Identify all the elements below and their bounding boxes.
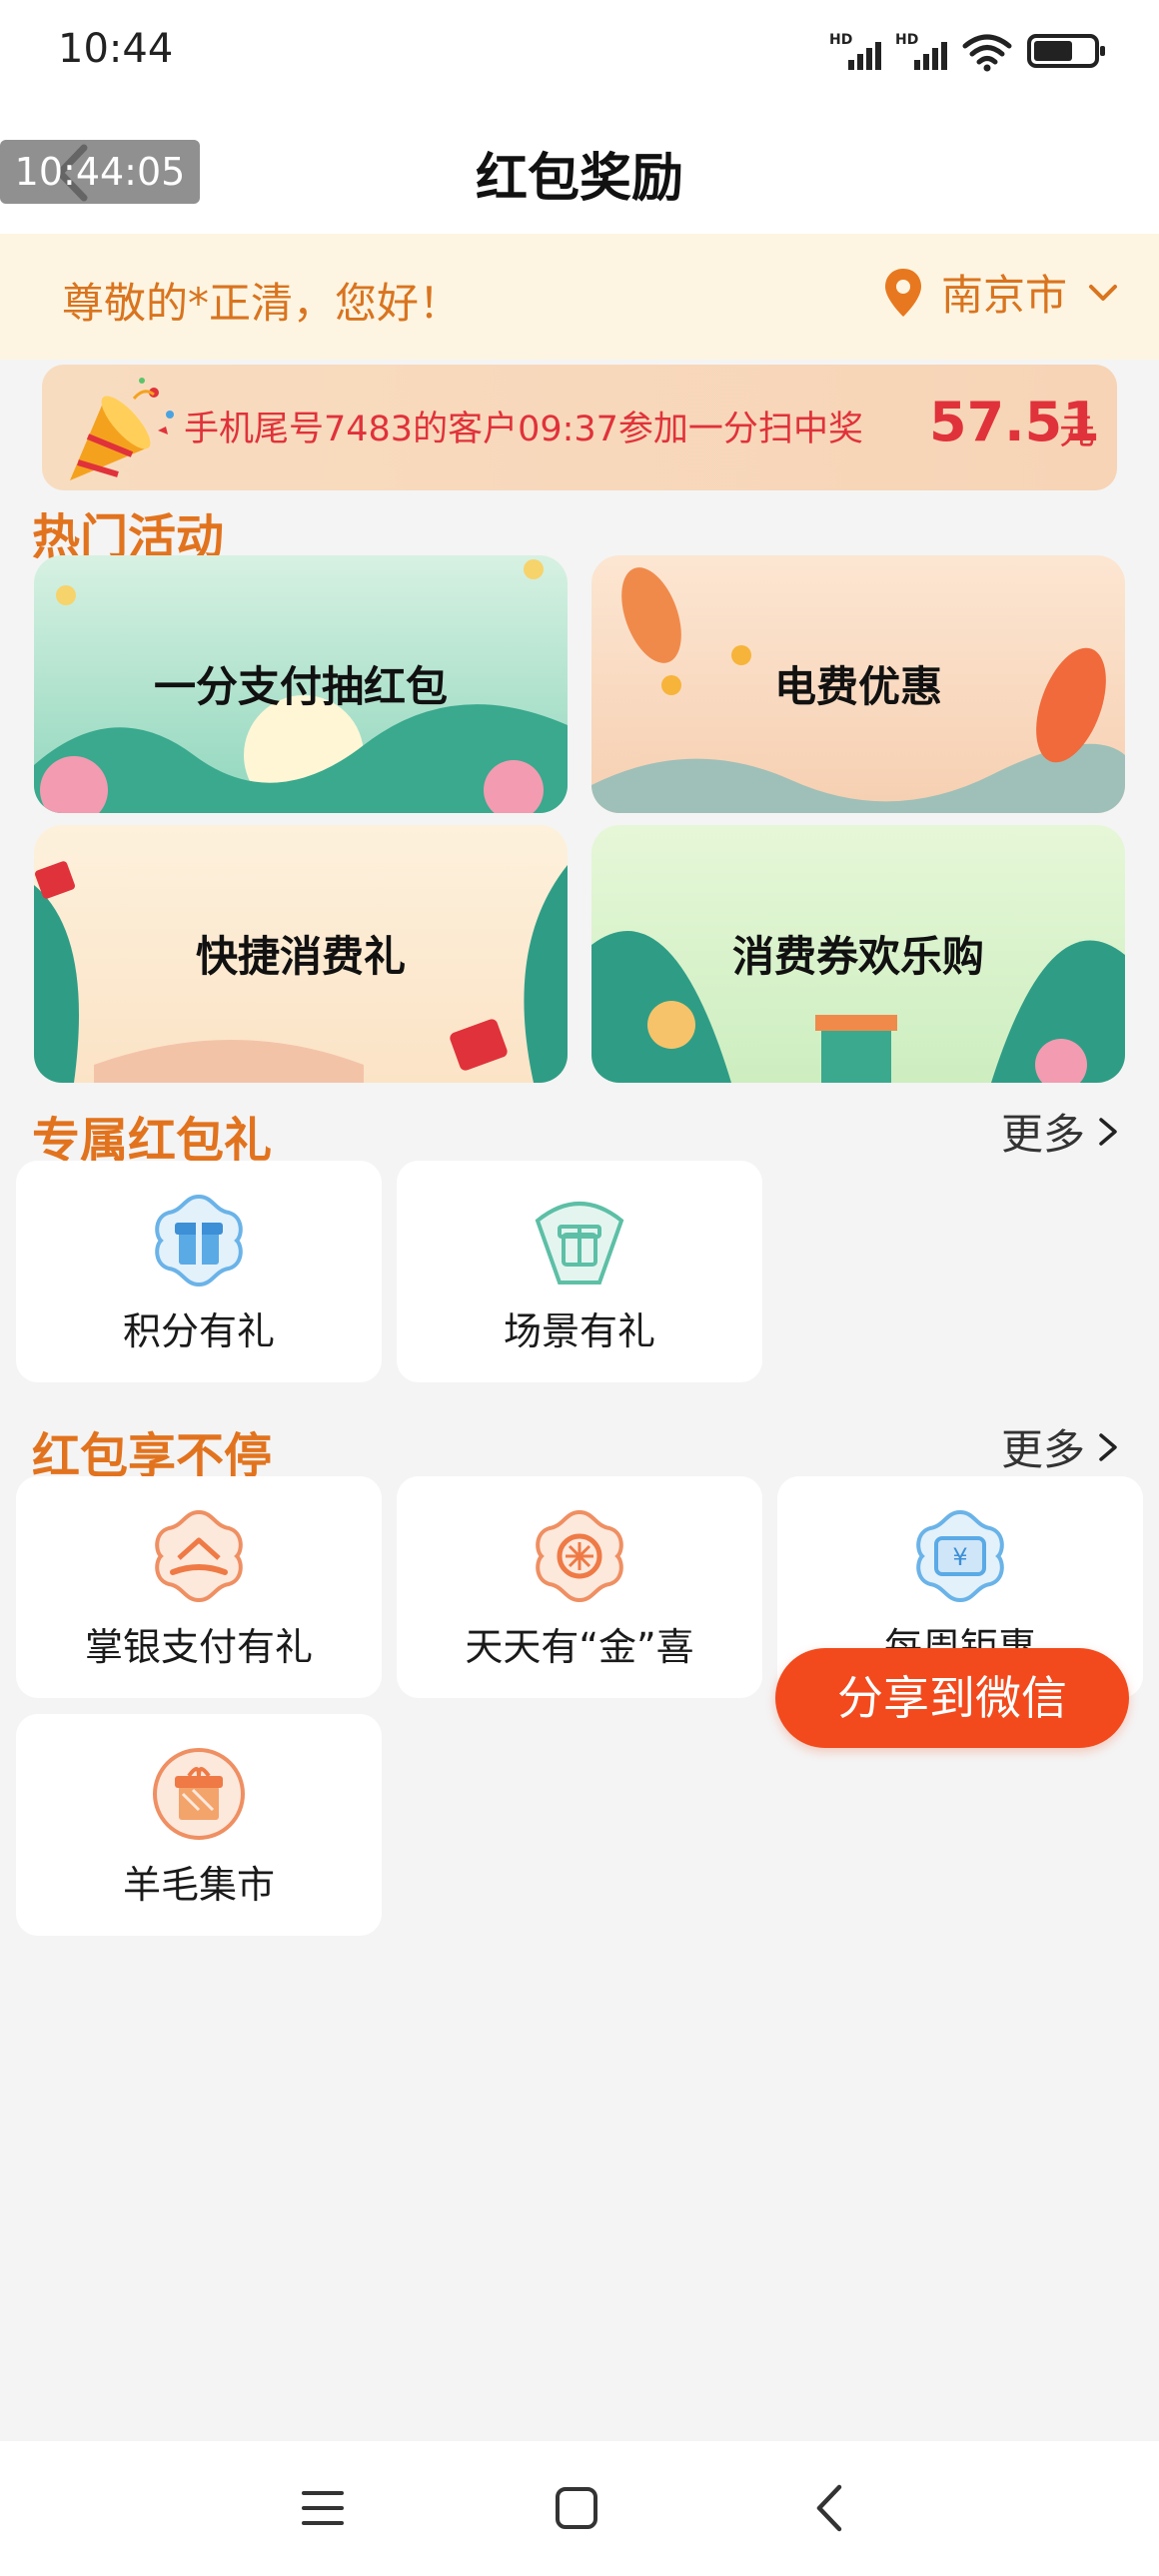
wifi-icon bbox=[962, 34, 1012, 72]
greeting-bar: 尊敬的*正清，您好！ 南京市 bbox=[0, 234, 1159, 360]
exclusive-more-link[interactable]: 更多 bbox=[1001, 1101, 1123, 1162]
card-label: 场景有礼 bbox=[503, 1309, 655, 1353]
card-label: 羊毛集市 bbox=[122, 1863, 275, 1907]
share-to-wechat-button[interactable]: 分享到微信 bbox=[775, 1648, 1129, 1748]
overlay-timestamp: 10:44:05 bbox=[0, 140, 200, 204]
signal-icon: HD bbox=[829, 32, 881, 72]
hot-card-label: 电费优惠 bbox=[773, 662, 942, 711]
winner-banner: 手机尾号7483的客户09:37参加一分扫中奖 57.51 元 bbox=[42, 365, 1117, 490]
house-hand-icon bbox=[155, 1509, 243, 1603]
signal-icon-2: HD bbox=[895, 32, 947, 72]
nonstop-more-link[interactable]: 更多 bbox=[1001, 1416, 1123, 1477]
yen-ticket-icon: ¥ bbox=[916, 1509, 1004, 1603]
party-popper-icon bbox=[70, 378, 174, 480]
menu-icon[interactable] bbox=[298, 2483, 348, 2533]
chevron-down-icon bbox=[1089, 284, 1117, 301]
card-daily-gold[interactable]: 天天有“金”喜 bbox=[397, 1476, 762, 1698]
city-label: 南京市 bbox=[940, 271, 1067, 320]
more-label: 更多 bbox=[1000, 1110, 1085, 1159]
sun-coin-icon bbox=[536, 1509, 623, 1603]
location-pin-icon bbox=[884, 268, 921, 317]
gift-box-icon bbox=[535, 1202, 624, 1285]
hot-card-label: 消费券欢乐购 bbox=[731, 932, 984, 981]
battery-icon bbox=[1027, 34, 1105, 68]
gift-icon bbox=[155, 1194, 243, 1288]
more-label: 更多 bbox=[1000, 1425, 1085, 1474]
card-label: 掌银支付有礼 bbox=[84, 1625, 313, 1669]
status-bar: 10:44 HD HD bbox=[0, 0, 1159, 108]
home-icon[interactable] bbox=[552, 2483, 601, 2533]
winner-text: 手机尾号7483的客户09:37参加一分扫中奖 bbox=[184, 410, 863, 449]
hot-card-label: 快捷消费礼 bbox=[195, 932, 406, 981]
card-mobile-pay-gift[interactable]: 掌银支付有礼 bbox=[16, 1476, 382, 1698]
card-points-gift[interactable]: 积分有礼 bbox=[16, 1161, 382, 1382]
hot-card-coupon-shopping[interactable]: 消费券欢乐购 bbox=[591, 825, 1125, 1083]
gift-icon bbox=[153, 1748, 245, 1840]
status-icons: HD HD bbox=[829, 28, 1105, 72]
chevron-right-icon bbox=[1099, 1117, 1117, 1146]
card-label: 天天有“金”喜 bbox=[465, 1625, 694, 1669]
svg-text:¥: ¥ bbox=[952, 1543, 967, 1571]
chevron-right-icon bbox=[1099, 1432, 1117, 1461]
card-scene-gift[interactable]: 场景有礼 bbox=[397, 1161, 762, 1382]
card-label: 积分有礼 bbox=[122, 1309, 275, 1353]
status-time: 10:44 bbox=[58, 26, 174, 72]
city-selector[interactable]: 南京市 bbox=[883, 262, 1121, 323]
greeting-text: 尊敬的*正清，您好！ bbox=[62, 279, 462, 328]
nav-back-icon[interactable] bbox=[809, 2481, 849, 2535]
winner-unit: 元 bbox=[1059, 412, 1096, 452]
system-nav-bar bbox=[0, 2441, 1159, 2576]
hot-card-penny-redpacket[interactable]: 一分支付抽红包 bbox=[34, 555, 568, 813]
card-deal-market[interactable]: 羊毛集市 bbox=[16, 1714, 382, 1936]
hot-card-quick-gift[interactable]: 快捷消费礼 bbox=[34, 825, 568, 1083]
hot-card-label: 一分支付抽红包 bbox=[153, 662, 448, 711]
hot-card-electricity[interactable]: 电费优惠 bbox=[591, 555, 1125, 813]
